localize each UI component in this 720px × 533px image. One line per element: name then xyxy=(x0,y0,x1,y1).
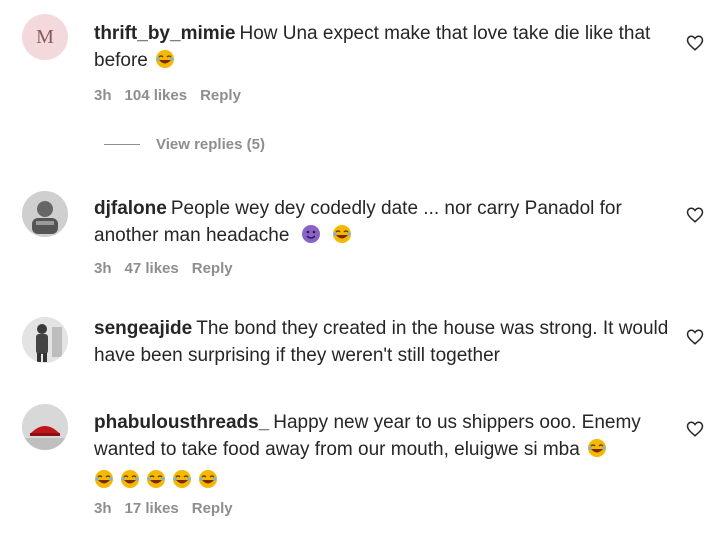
heart-icon[interactable] xyxy=(686,206,704,224)
laughing-emoji-icon xyxy=(95,470,113,488)
comment-body: sengeajide The bond they created in the h… xyxy=(94,315,669,369)
comment-time: 3h xyxy=(94,500,112,517)
comment-body: djfalone People wey dey codedly date ... … xyxy=(94,195,669,249)
comment-likes[interactable]: 104 likes xyxy=(125,87,188,104)
view-replies-button[interactable]: View replies (5) xyxy=(104,136,265,153)
avatar[interactable] xyxy=(22,191,68,237)
avatar-image xyxy=(22,191,68,237)
laughing-emoji-icon xyxy=(588,439,607,457)
avatar[interactable] xyxy=(22,317,68,363)
heart-icon[interactable] xyxy=(686,328,704,346)
comment-likes[interactable]: 17 likes xyxy=(125,500,179,517)
avatar-image xyxy=(22,404,68,450)
comment-meta: 3h 17 likes Reply xyxy=(94,500,233,517)
reply-button[interactable]: Reply xyxy=(200,87,241,104)
avatar[interactable]: M xyxy=(22,14,68,60)
heart-icon[interactable] xyxy=(686,420,704,438)
laughing-emoji-icon xyxy=(199,470,217,488)
comment-time: 3h xyxy=(94,87,112,104)
divider-line xyxy=(104,144,140,145)
comment-body: phabulousthreads_ Happy new year to us sh… xyxy=(94,409,669,494)
view-replies-label: View replies (5) xyxy=(156,136,265,153)
reply-button[interactable]: Reply xyxy=(192,260,233,277)
emoji-row xyxy=(94,467,669,494)
comment-username[interactable]: phabulousthreads_ xyxy=(94,412,269,433)
comment-username[interactable]: sengeajide xyxy=(94,318,192,339)
comment-username[interactable]: djfalone xyxy=(94,198,167,219)
laughing-emoji-icon xyxy=(156,50,175,68)
heart-icon[interactable] xyxy=(686,34,704,52)
laughing-emoji-icon xyxy=(147,470,165,488)
comment-time: 3h xyxy=(94,260,112,277)
comment-likes[interactable]: 47 likes xyxy=(125,260,179,277)
comment-body: thrift_by_mimie How Una expect make that … xyxy=(94,20,669,74)
comment-text: People wey dey codedly date ... nor carr… xyxy=(94,198,622,246)
laughing-emoji-icon xyxy=(173,470,191,488)
laughing-emoji-icon xyxy=(121,470,139,488)
comment-username[interactable]: thrift_by_mimie xyxy=(94,23,235,44)
avatar-image xyxy=(22,317,68,363)
comment-meta: 3h 104 likes Reply xyxy=(94,87,241,104)
comment-meta: 3h 47 likes Reply xyxy=(94,260,233,277)
reply-button[interactable]: Reply xyxy=(192,500,233,517)
avatar[interactable] xyxy=(22,404,68,450)
avatar-letter: M xyxy=(36,25,54,48)
laughing-emoji-icon xyxy=(333,225,351,243)
purple-smiley-emoji-icon xyxy=(301,225,320,243)
